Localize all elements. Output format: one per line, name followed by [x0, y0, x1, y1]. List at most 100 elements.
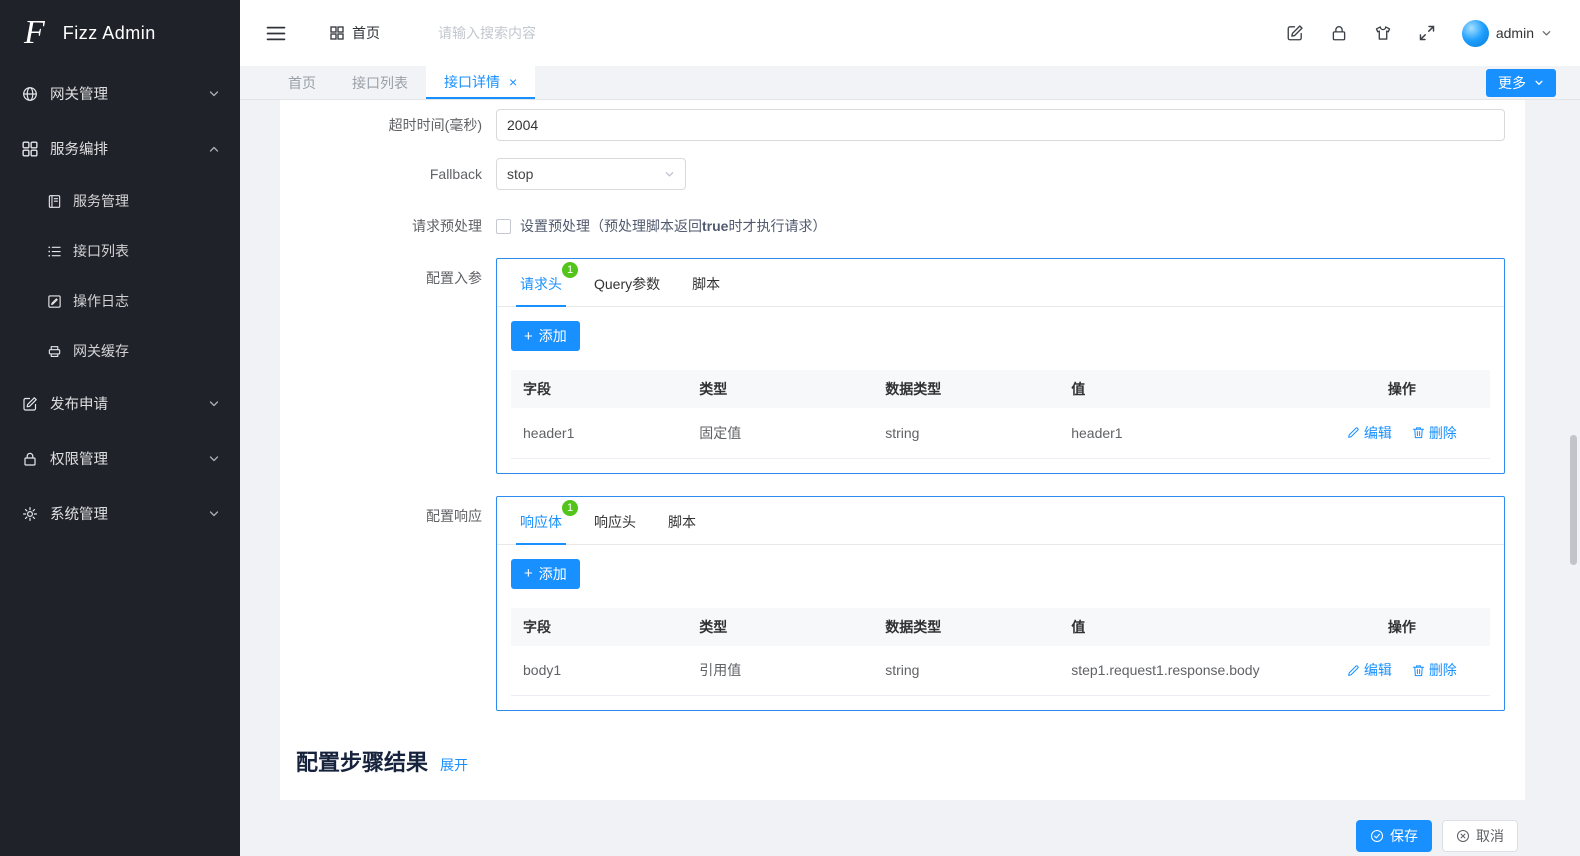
more-label: 更多: [1498, 73, 1526, 93]
fullscreen-icon[interactable]: [1418, 24, 1436, 42]
scrollbar-thumb[interactable]: [1570, 435, 1577, 565]
cell-actions: 编辑 删除: [1314, 646, 1490, 696]
save-button[interactable]: 保存: [1356, 820, 1432, 852]
plus-icon: +: [524, 329, 533, 344]
cell-type: 引用值: [687, 646, 873, 696]
sidebar-item-permission-management[interactable]: 权限管理: [0, 431, 240, 486]
preprocess-label: 请求预处理: [280, 216, 496, 236]
top-header: 首页 admin: [240, 0, 1580, 66]
col-value: 值: [1059, 370, 1314, 408]
sidebar-item-system-management[interactable]: 系统管理: [0, 486, 240, 541]
table-header-row: 字段 类型 数据类型 值 操作: [511, 608, 1490, 646]
count-badge: 1: [562, 500, 578, 516]
tab-label: 首页: [288, 73, 316, 93]
user-menu[interactable]: admin: [1462, 20, 1552, 47]
chevron-down-icon: [208, 398, 220, 410]
preprocess-checkbox-label: 设置预处理（预处理脚本返回true时才执行请求）: [520, 216, 826, 236]
search-input[interactable]: [438, 25, 668, 41]
add-label: 添加: [539, 564, 567, 584]
input-config-panel: 请求头 1 Query参数 脚本 + 添加: [496, 258, 1505, 474]
fallback-row: Fallback stop: [280, 158, 1525, 190]
footer-actions: 保存 取消: [240, 800, 1580, 852]
logo-icon: F: [24, 16, 45, 50]
tab-label: Query参数: [594, 276, 660, 292]
cell-actions: 编辑 删除: [1314, 408, 1490, 458]
avatar: [1462, 20, 1489, 47]
compose-icon[interactable]: [1286, 24, 1304, 42]
theme-icon[interactable]: [1374, 24, 1392, 42]
more-button[interactable]: 更多: [1486, 69, 1556, 97]
sidebar-item-operation-log[interactable]: 操作日志: [0, 276, 240, 326]
tab-label: 响应体: [520, 514, 562, 530]
col-field: 字段: [511, 370, 687, 408]
tab-api-list[interactable]: 接口列表: [334, 66, 426, 99]
sidebar-item-service-management[interactable]: 服务管理: [0, 176, 240, 226]
tab-api-detail[interactable]: 接口详情 ×: [426, 66, 535, 99]
delete-icon: [1412, 664, 1425, 677]
lock-icon[interactable]: [1330, 24, 1348, 42]
tab-query-params[interactable]: Query参数: [578, 259, 676, 306]
expand-link[interactable]: 展开: [440, 755, 468, 775]
tab-label: 脚本: [692, 276, 720, 292]
username: admin: [1496, 25, 1534, 41]
section-title: 配置步骤结果: [296, 745, 428, 777]
sidebar-item-gateway-cache[interactable]: 网关缓存: [0, 326, 240, 376]
col-actions: 操作: [1314, 370, 1490, 408]
sidebar-item-label: 接口列表: [73, 241, 129, 261]
edit-button[interactable]: 编辑: [1347, 660, 1392, 680]
tab-label: 响应头: [594, 514, 636, 530]
cell-field: header1: [511, 408, 687, 458]
menu-toggle-icon[interactable]: [266, 25, 286, 42]
main-area: 首页 admin: [240, 0, 1580, 856]
gateway-icon: [22, 86, 38, 102]
tab-response-body[interactable]: 响应体 1: [504, 497, 578, 544]
cache-icon: [47, 344, 62, 359]
add-header-button[interactable]: + 添加: [511, 321, 580, 351]
check-circle-icon: [1370, 829, 1384, 843]
cell-value: header1: [1059, 408, 1314, 458]
sidebar-item-gateway-management[interactable]: 网关管理: [0, 66, 240, 121]
close-icon[interactable]: ×: [509, 75, 517, 89]
col-type: 类型: [687, 608, 873, 646]
cancel-button[interactable]: 取消: [1442, 820, 1518, 852]
plus-icon: +: [524, 566, 533, 581]
response-body-table: 字段 类型 数据类型 值 操作 body1 引用值: [511, 608, 1490, 697]
timeout-input[interactable]: [496, 109, 1505, 141]
sidebar-item-api-list[interactable]: 接口列表: [0, 226, 240, 276]
sidebar-item-publish-application[interactable]: 发布申请: [0, 376, 240, 431]
response-config-row: 配置响应 响应体 1 响应头 脚本: [280, 496, 1525, 712]
tab-request-headers[interactable]: 请求头 1: [504, 259, 578, 306]
edit-button[interactable]: 编辑: [1347, 423, 1392, 443]
app-title: Fizz Admin: [63, 23, 156, 44]
tab-label: 脚本: [668, 514, 696, 530]
sidebar-item-service-orchestration[interactable]: 服务编排: [0, 121, 240, 176]
col-data-type: 数据类型: [873, 608, 1059, 646]
tab-label: 接口列表: [352, 73, 408, 93]
table-header-row: 字段 类型 数据类型 值 操作: [511, 370, 1490, 408]
delete-button[interactable]: 删除: [1412, 423, 1457, 443]
fallback-select[interactable]: stop: [496, 158, 686, 190]
app-logo[interactable]: F Fizz Admin: [0, 0, 240, 66]
count-badge: 1: [562, 262, 578, 278]
delete-button[interactable]: 删除: [1412, 660, 1457, 680]
list-icon: [47, 244, 62, 259]
tab-home[interactable]: 首页: [270, 66, 334, 99]
save-label: 保存: [1390, 826, 1418, 846]
tab-bar: 首页 接口列表 接口详情 × 更多: [240, 66, 1580, 100]
preprocess-row: 请求预处理 设置预处理（预处理脚本返回true时才执行请求）: [280, 216, 1525, 236]
service-manage-icon: [47, 194, 62, 209]
input-config-label: 配置入参: [280, 258, 496, 288]
preprocess-checkbox[interactable]: [496, 219, 511, 234]
operation-log-icon: [47, 294, 62, 309]
tab-request-script[interactable]: 脚本: [676, 259, 736, 306]
grid-icon: [330, 26, 344, 40]
table-row: body1 引用值 string step1.request1.response…: [511, 646, 1490, 696]
tab-response-headers[interactable]: 响应头: [578, 497, 652, 544]
form-card: 超时时间(毫秒) Fallback stop 请求预处理: [280, 100, 1525, 800]
header-home-link[interactable]: 首页: [330, 23, 380, 43]
table-row: header1 固定值 string header1 编辑: [511, 408, 1490, 458]
cell-value: step1.request1.response.body: [1059, 646, 1314, 696]
delete-icon: [1412, 426, 1425, 439]
tab-response-script[interactable]: 脚本: [652, 497, 712, 544]
add-body-button[interactable]: + 添加: [511, 559, 580, 589]
